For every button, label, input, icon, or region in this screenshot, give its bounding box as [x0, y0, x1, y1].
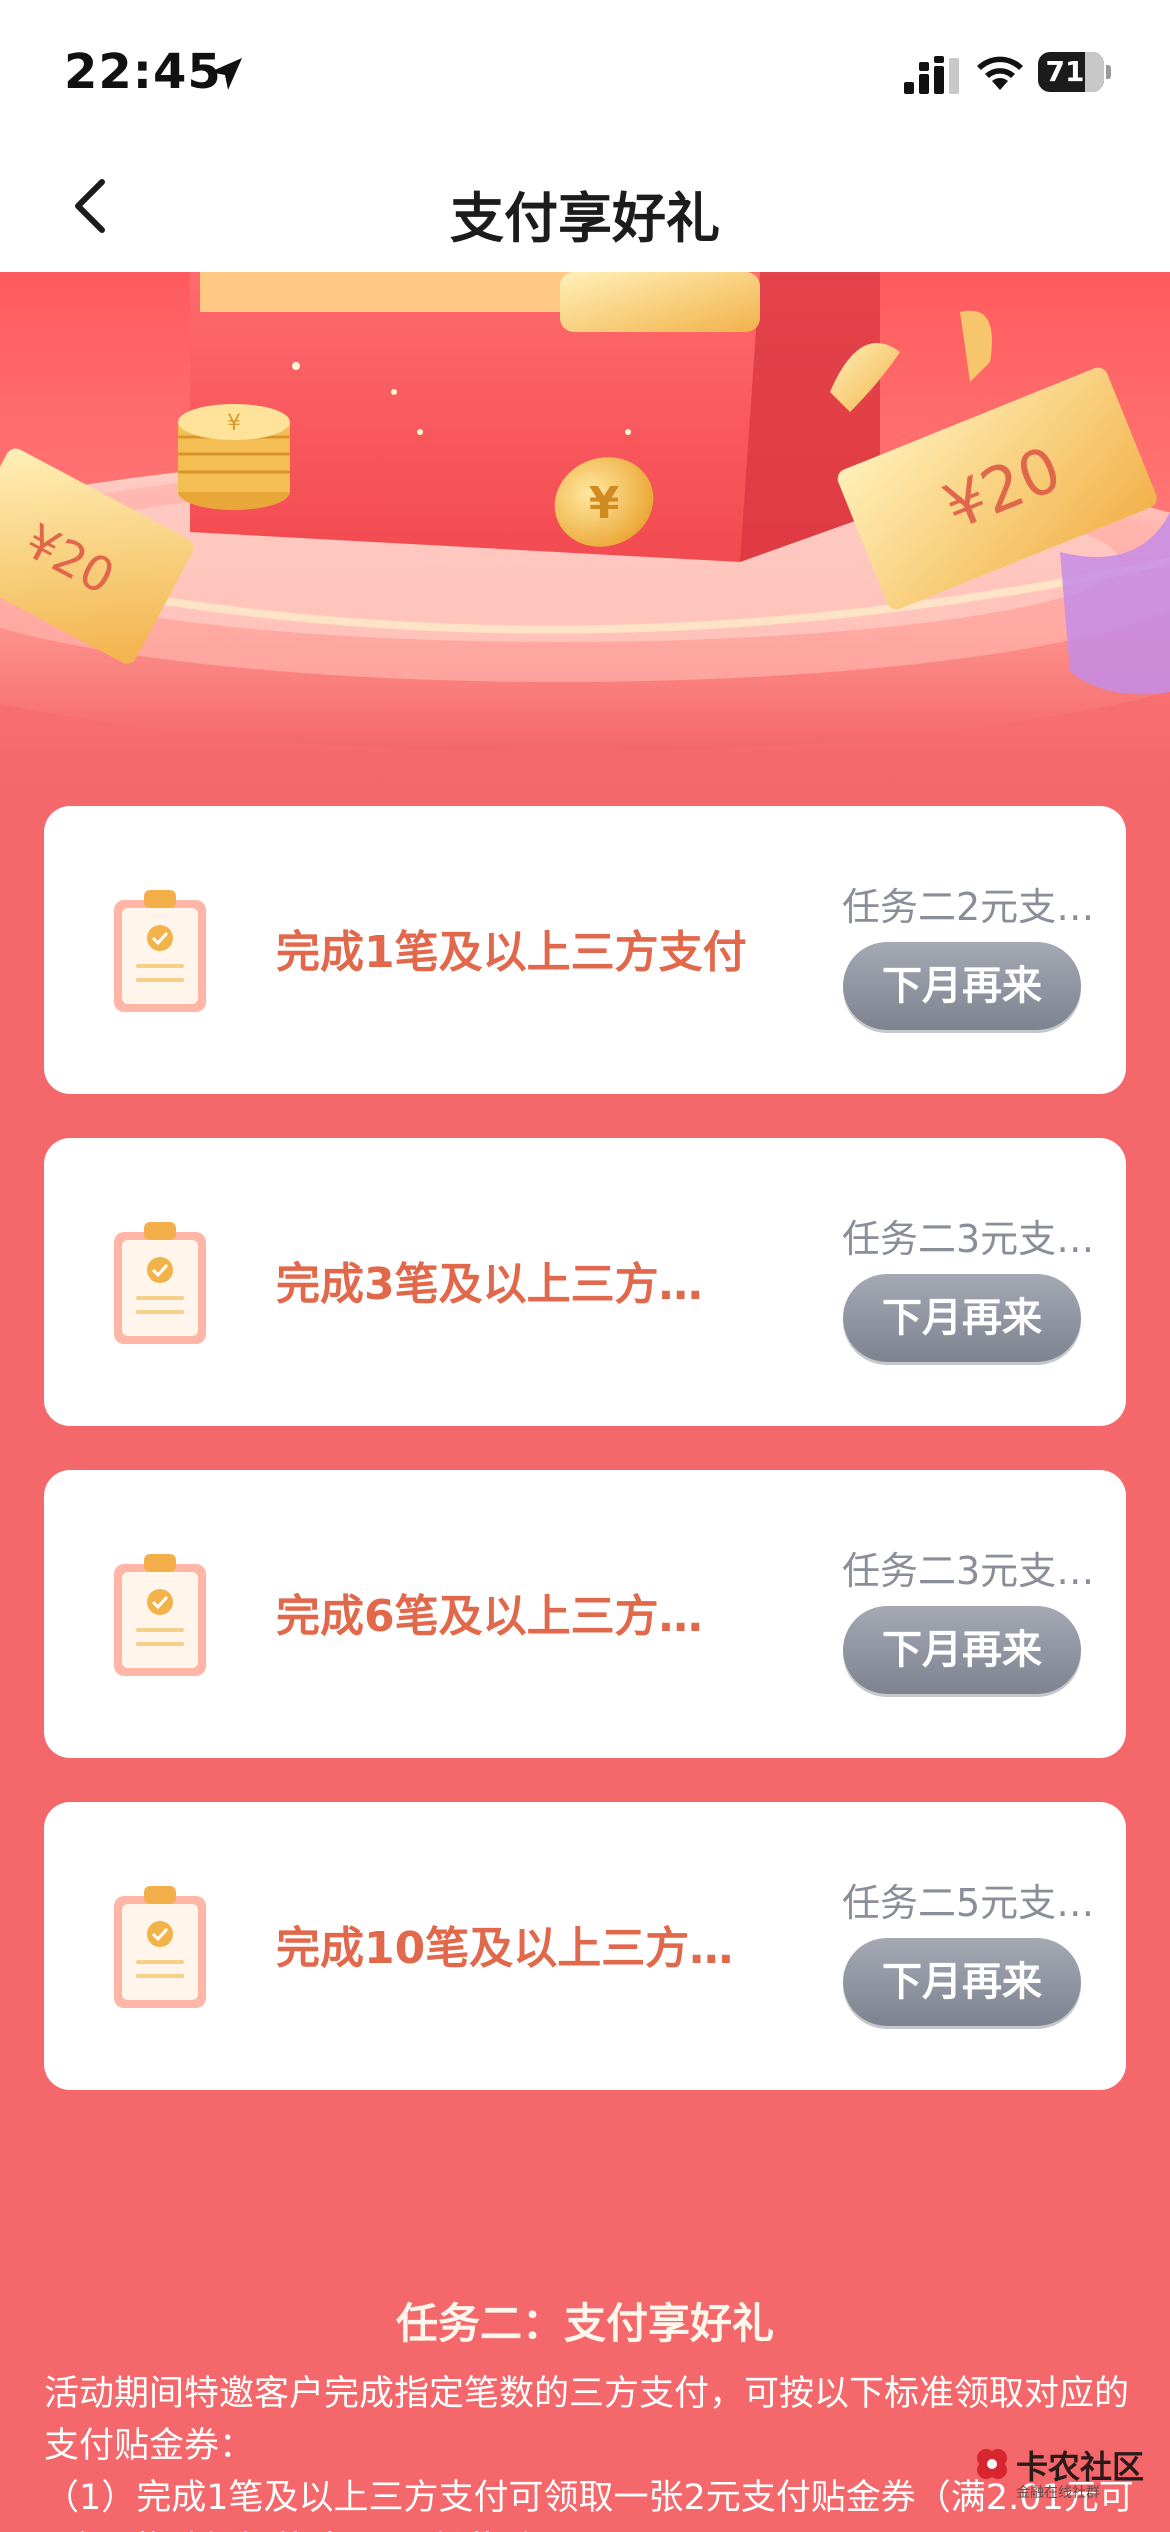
- gift-box: [190, 272, 880, 562]
- clipboard-check-icon: [114, 890, 206, 1012]
- task-title: 完成10笔及以上三方支付: [276, 1923, 766, 1974]
- come-back-next-month-button[interactable]: 下月再来: [843, 942, 1081, 1030]
- svg-text:¥: ¥: [589, 478, 620, 529]
- battery-percent: 71: [1045, 55, 1085, 88]
- task-card: 完成10笔及以上三方支付 任务二5元支付贴金券 下月再来: [44, 1802, 1126, 2090]
- rules-paragraph: （1）完成1笔及以上三方支付可领取一张2元支付贴金券（满2.01元可用），奖励份…: [44, 2478, 1134, 2532]
- task-reward: 任务二2元支付贴金券: [842, 885, 1122, 929]
- battery-body: 71: [1038, 52, 1104, 92]
- watermark-logo: 卡农社区 金融在线社群: [972, 2438, 1152, 2518]
- task-reward: 任务二5元支付贴金券: [842, 1881, 1122, 1925]
- screen: 22:45 71 支付享好礼 ¥ ¥ ¥20 ¥20 完成1笔及以上三方支付 任…: [0, 0, 1170, 2532]
- come-back-next-month-button[interactable]: 下月再来: [843, 1606, 1081, 1694]
- task-title: 完成1笔及以上三方支付: [276, 927, 747, 978]
- battery-tip: [1106, 65, 1111, 79]
- task-card: 完成3笔及以上三方支付 任务二3元支付贴金券 下月再来: [44, 1138, 1126, 1426]
- rules-title: 任务二：支付享好礼: [395, 2299, 774, 2348]
- banner-illustration: ¥ ¥ ¥20 ¥20: [0, 272, 1170, 792]
- location-arrow-icon: [210, 58, 242, 90]
- nav-bar: 支付享好礼: [0, 140, 1170, 272]
- come-back-next-month-button[interactable]: 下月再来: [843, 1274, 1081, 1362]
- come-back-next-month-button[interactable]: 下月再来: [843, 1938, 1081, 2026]
- task-title: 完成6笔及以上三方支付: [276, 1591, 746, 1642]
- task-card: 完成1笔及以上三方支付 任务二2元支付贴金券 下月再来: [44, 806, 1126, 1094]
- coin-stack: ¥: [178, 404, 290, 510]
- rules-paragraph: 活动期间特邀客户完成指定笔数的三方支付，可按以下标准领取对应的支付贴金券：: [44, 2374, 1130, 2466]
- clipboard-check-icon: [114, 1554, 206, 1676]
- task-reward: 任务二3元支付贴金券: [842, 1549, 1122, 1593]
- clipboard-check-icon: [114, 1222, 206, 1344]
- rules-body: 活动期间特邀客户完成指定笔数的三方支付，可按以下标准领取对应的支付贴金券： （1…: [44, 2368, 1134, 2532]
- task-title: 完成3笔及以上三方支付: [276, 1259, 746, 1310]
- wifi-icon: [977, 56, 1023, 90]
- cellular-signal-icon: [904, 56, 959, 94]
- clipboard-check-icon: [114, 1886, 206, 2008]
- svg-text:¥: ¥: [227, 411, 241, 436]
- watermark-subtext: 金融在线社群: [1016, 2485, 1100, 2501]
- page-title: 支付享好礼: [450, 187, 720, 250]
- status-time: 22:45: [64, 44, 222, 100]
- task-reward: 任务二3元支付贴金券: [842, 1217, 1122, 1261]
- task-card: 完成6笔及以上三方支付 任务二3元支付贴金券 下月再来: [44, 1470, 1126, 1758]
- status-bar: 22:45 71: [0, 0, 1170, 140]
- flower-logo-icon: [977, 2449, 1007, 2479]
- battery-indicator: 71: [1038, 52, 1111, 92]
